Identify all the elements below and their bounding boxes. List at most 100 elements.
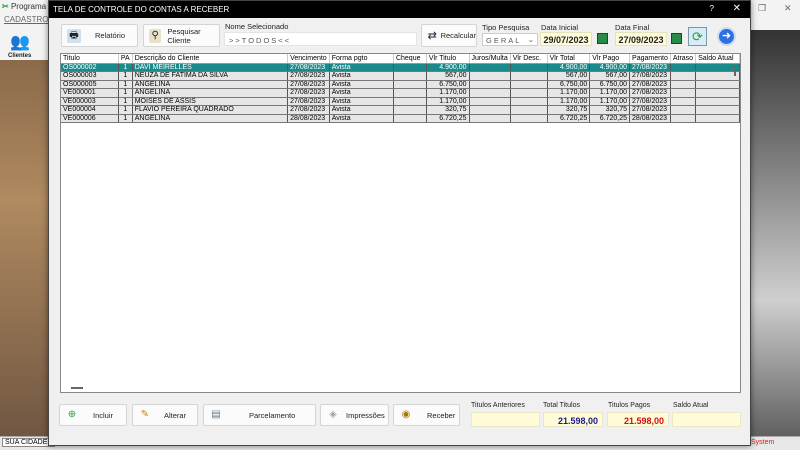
table-row[interactable]: VE000004 1 FLAVIO PEREIRA QUADRADO 27/08/20… xyxy=(61,105,740,115)
column-header[interactable]: Vlr Total xyxy=(547,54,591,64)
table-cell xyxy=(695,71,740,81)
data-inicial-label: Data Inicial xyxy=(541,23,579,32)
table-cell: 27/08/2023 xyxy=(629,80,671,89)
table-row[interactable]: VE000001 1 ANGELINA 27/08/2023 Avista 1.170,0… xyxy=(61,88,740,98)
tipo-value: GERAL xyxy=(486,36,522,45)
table-cell: 27/08/2023 xyxy=(287,88,330,98)
column-header[interactable]: Vlr Pago xyxy=(589,54,631,64)
table-cell: 4.900,00 xyxy=(547,63,591,72)
status-system: System xyxy=(751,439,775,446)
column-header[interactable]: Pagamento xyxy=(629,54,671,64)
column-header[interactable]: Vlr Titulo xyxy=(426,54,470,64)
table-cell: 6.750,00 xyxy=(589,80,631,89)
total-titulos-value: 21.598,00 xyxy=(543,412,603,427)
table-cell: 27/08/2023 xyxy=(629,63,671,72)
column-header[interactable]: Juros/Multa xyxy=(469,54,511,64)
table-cell: 27/08/2023 xyxy=(287,80,330,89)
app-logo-icon: ✂ xyxy=(2,2,9,11)
horizontal-scrollbar[interactable] xyxy=(71,387,83,389)
data-inicial-input[interactable]: 29/07/2023 xyxy=(540,32,592,46)
background-desktop xyxy=(745,0,800,450)
dialog-title: TELA DE CONTROLE DO CONTAS A RECEBER xyxy=(53,5,230,14)
calendar-icon[interactable] xyxy=(597,33,608,44)
column-header[interactable]: Cheque xyxy=(393,54,427,64)
dialog-titlebar: TELA DE CONTROLE DO CONTAS A RECEBER ? ✕ xyxy=(49,1,750,18)
calendar-icon[interactable] xyxy=(671,33,682,44)
clientes-button[interactable]: 👥 Clientes xyxy=(4,30,48,62)
impressoes-button[interactable]: ◈ Impressões xyxy=(320,404,389,426)
table-cell xyxy=(670,97,697,106)
table-cell xyxy=(695,97,740,106)
table-cell xyxy=(695,114,740,123)
table-cell xyxy=(510,80,548,89)
table-cell: 1 xyxy=(118,105,133,115)
table-cell xyxy=(695,105,740,115)
app-close-icon[interactable]: ✕ xyxy=(784,3,792,14)
table-cell: Avista xyxy=(329,114,394,123)
table-cell: 1 xyxy=(118,71,133,81)
table-row[interactable]: VE000003 1 MOISES DE ASSIS 27/08/2023 Avista… xyxy=(61,97,740,106)
incluir-label: Incluir xyxy=(93,410,114,420)
table-cell: 1.170,00 xyxy=(426,88,470,98)
table-cell: Avista xyxy=(329,71,394,81)
saldo-atual-value xyxy=(672,412,741,427)
table-cell: Avista xyxy=(329,105,394,115)
column-header[interactable]: Titulo xyxy=(61,54,119,64)
table-cell xyxy=(695,88,740,98)
titulos-pagos-label: Titulos Pagos xyxy=(608,402,651,409)
close-button[interactable]: ✕ xyxy=(733,3,741,14)
column-header[interactable]: Forma pgto xyxy=(329,54,394,64)
menu-cadastros[interactable]: CADASTROS xyxy=(4,15,54,24)
table-cell xyxy=(469,71,511,81)
table-cell: 1.170,00 xyxy=(589,97,631,106)
column-header[interactable]: Saldo Atual xyxy=(695,54,740,64)
table-cell xyxy=(510,63,548,72)
data-final-label: Data Final xyxy=(615,23,650,32)
nome-selecionado-input[interactable]: >>TODOS<< xyxy=(224,32,417,46)
table-cell: ANGELINA xyxy=(132,88,289,98)
table-cell: Avista xyxy=(329,97,394,106)
incluir-button[interactable]: ⊕ Incluir xyxy=(59,404,127,426)
table-cell: 1.170,00 xyxy=(547,97,591,106)
refresh-icon[interactable]: ⟳ xyxy=(688,27,707,46)
receber-button[interactable]: ◉ Receber xyxy=(393,404,460,426)
table-cell xyxy=(469,114,511,123)
table-row[interactable]: OS000005 1 ANGELINA 27/08/2023 Avista 6.750,0… xyxy=(61,80,740,89)
relatorio-button[interactable]: 🖶 Relatório xyxy=(61,24,138,47)
table-cell: 1 xyxy=(118,63,133,72)
recalcular-button[interactable]: ⇄ Recalcular xyxy=(421,24,477,47)
table-cell xyxy=(393,71,427,81)
table-cell: 27/08/2023 xyxy=(287,63,330,72)
column-header[interactable]: Atraso xyxy=(670,54,697,64)
relatorio-label: Relatório xyxy=(95,31,126,40)
vertical-scrollbar[interactable] xyxy=(734,66,736,76)
table-cell: 4.900,00 xyxy=(426,63,470,72)
alterar-button[interactable]: ✎ Alterar xyxy=(132,404,198,426)
table-cell: VE000001 xyxy=(61,88,119,98)
nome-selecionado-label: Nome Selecionado xyxy=(225,22,289,31)
parcelamento-button[interactable]: ▤ Parcelamento xyxy=(203,404,316,426)
table-cell: 567,00 xyxy=(426,71,470,81)
table-row[interactable]: OS000003 1 NEUZA DE FATIMA DA SILVA 27/08/2… xyxy=(61,71,740,81)
tipo-pesquisa-select[interactable]: GERAL ⌄ xyxy=(482,33,538,46)
table-cell xyxy=(670,105,697,115)
table-cell: NEUZA DE FATIMA DA SILVA xyxy=(132,71,289,81)
table-cell xyxy=(670,88,697,98)
table-cell xyxy=(393,88,427,98)
pesquisar-cliente-button[interactable]: ⚲ Pesquisar Cliente xyxy=(143,24,220,47)
column-header[interactable]: Vlr Desc. xyxy=(510,54,548,64)
table-row[interactable]: VE000006 1 ANGELINA 28/08/2023 Avista 6.720,2… xyxy=(61,114,740,123)
help-button[interactable]: ? xyxy=(710,4,714,13)
column-header[interactable]: Vencimento xyxy=(287,54,330,64)
data-final-input[interactable]: 27/09/2023 xyxy=(615,32,667,46)
column-header[interactable]: PA xyxy=(118,54,133,64)
arrow-right-icon[interactable]: ➜ xyxy=(717,27,736,46)
contas-receber-dialog: TELA DE CONTROLE DO CONTAS A RECEBER ? ✕… xyxy=(48,0,751,446)
table-cell xyxy=(469,105,511,115)
restore-icon[interactable]: ❐ xyxy=(758,3,766,14)
table-row[interactable]: OS000002 1 DAVI MEIRELLES 27/08/2023 Avista 4… xyxy=(61,63,740,72)
column-header[interactable]: Descrição do Cliente xyxy=(132,54,289,64)
table-cell: VE000006 xyxy=(61,114,119,123)
people-icon: 👥 xyxy=(10,34,30,51)
table-cell: 1 xyxy=(118,80,133,89)
